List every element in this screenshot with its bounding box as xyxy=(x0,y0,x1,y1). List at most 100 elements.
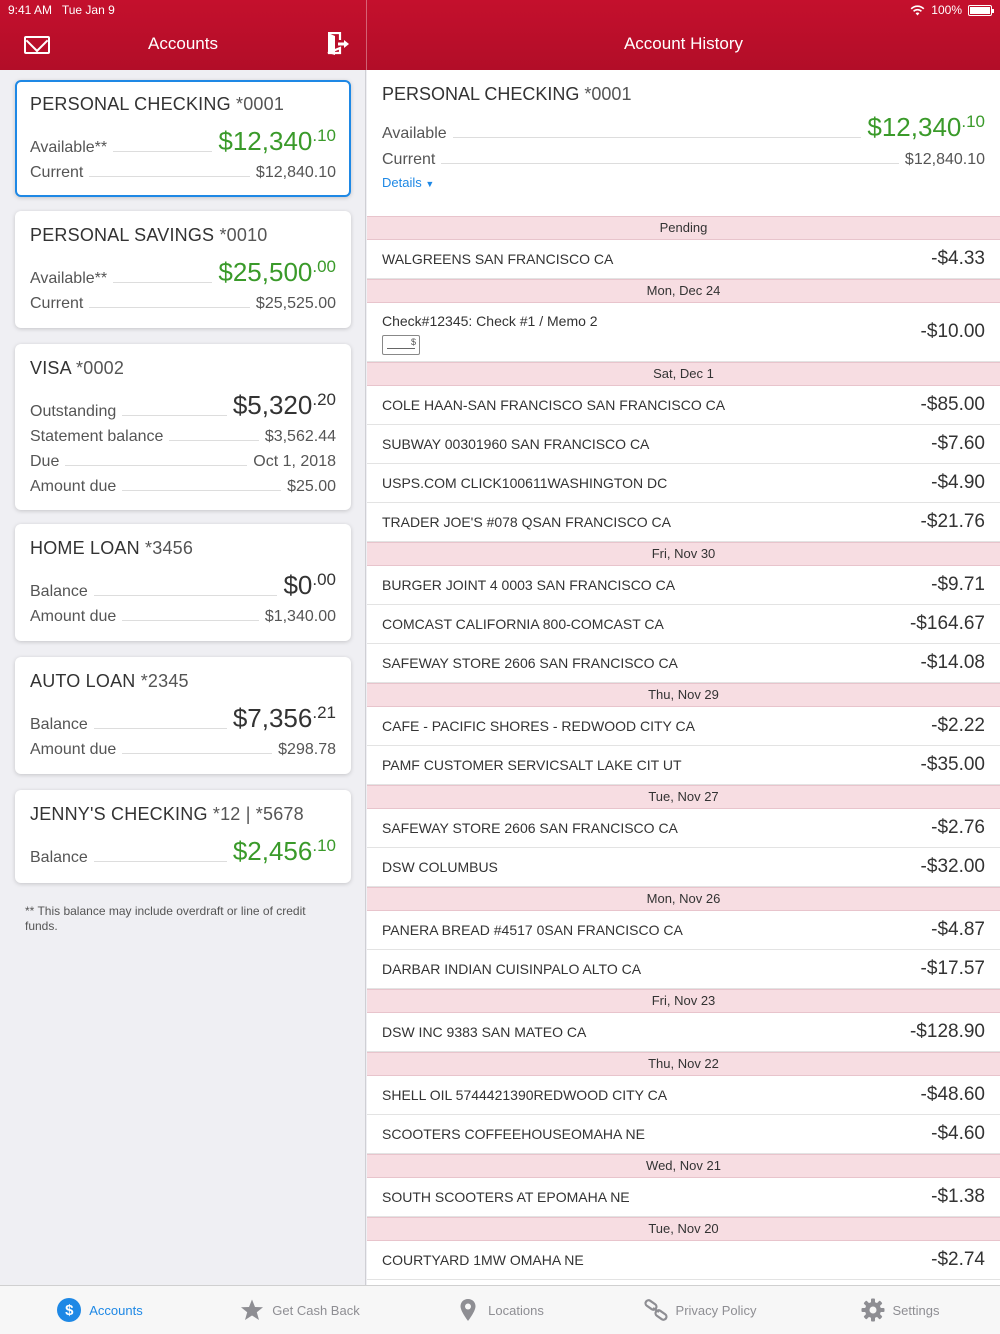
transaction-amount: -$35.00 xyxy=(920,754,985,775)
date-section-header: Pending xyxy=(367,216,1000,240)
loan-balance: $0.00 xyxy=(283,570,336,600)
transaction-description: PANERA BREAD #4517 0SAN FRANCISCO CA xyxy=(382,922,683,938)
account-card-jennys-checking[interactable]: JENNY'S CHECKING *12 | *5678 Balance $2,… xyxy=(15,790,351,883)
account-history-title: Account History xyxy=(623,34,744,53)
transaction-amount: -$2.76 xyxy=(931,817,985,838)
tab-settings[interactable]: Settings xyxy=(800,1286,1000,1334)
transaction-row[interactable]: COMCAST CALIFORNIA 800-COMCAST CA -$164.6… xyxy=(367,605,1000,644)
status-date-text: Tue Jan 9 xyxy=(61,3,115,17)
tab-accounts[interactable]: $ Accounts xyxy=(0,1286,200,1334)
transaction-amount: -$2.74 xyxy=(931,1249,985,1270)
transaction-row[interactable]: SAFEWAY STORE 2606 SAN FRANCISCO CA -$14.… xyxy=(367,644,1000,683)
status-time: 9:41 AM Tue Jan 9 xyxy=(8,3,115,17)
battery-percent: 100% xyxy=(931,3,962,17)
date-section-header: Mon, Nov 26 xyxy=(367,887,1000,911)
transaction-amount: -$4.87 xyxy=(931,919,985,940)
transaction-description: BURGER JOINT 4 0003 SAN FRANCISCO CA xyxy=(382,577,676,593)
transaction-amount: -$48.60 xyxy=(920,1084,985,1105)
check-image-icon[interactable]: $ xyxy=(382,335,420,355)
date-section-header: Tue, Nov 27 xyxy=(367,785,1000,809)
transaction-row[interactable]: WALGREENS SAN FRANCISCO CA -$4.33 xyxy=(367,240,1000,279)
transaction-row[interactable]: SUBWAY 00301960 SAN FRANCISCO CA -$7.60 xyxy=(367,425,1000,464)
transaction-row[interactable]: Check#12345: Check #1 / Memo 2 $ -$10.00 xyxy=(367,303,1000,362)
transaction-amount: -$85.00 xyxy=(920,394,985,415)
transaction-description: SHELL OIL 5744421390REDWOOD CITY CA xyxy=(382,1087,668,1103)
status-time-text: 9:41 AM xyxy=(8,3,53,17)
date-section-header: Tue, Nov 20 xyxy=(367,1217,1000,1241)
transaction-amount: -$14.08 xyxy=(920,652,985,673)
transaction-description: COLE HAAN-SAN FRANCISCO SAN FRANCISCO CA xyxy=(382,397,726,413)
account-card-personal-checking[interactable]: PERSONAL CHECKING *0001 Available** $12,… xyxy=(15,80,351,197)
transaction-row[interactable]: SHELL OIL 5744421390REDWOOD CITY CA -$48.… xyxy=(367,1076,1000,1115)
transaction-row[interactable]: CAFE - PACIFIC SHORES - REDWOOD CITY CA -… xyxy=(367,707,1000,746)
transaction-description: DSW COLUMBUS xyxy=(382,859,498,875)
account-card-auto-loan[interactable]: AUTO LOAN *2345 Balance $7,356.21 Amount… xyxy=(15,657,351,774)
tab-privacy-policy[interactable]: Privacy Policy xyxy=(600,1286,800,1334)
account-row: Amount due $1,340.00 xyxy=(30,608,336,625)
account-name: JENNY'S CHECKING *12 | *5678 xyxy=(30,804,304,824)
details-toggle[interactable]: Details ▼ xyxy=(382,175,985,190)
account-card-personal-savings[interactable]: PERSONAL SAVINGS *0010 Available** $25,5… xyxy=(15,211,351,328)
sign-out-icon[interactable] xyxy=(326,32,350,56)
account-row: Current $25,525.00 xyxy=(30,295,336,312)
account-card-home-loan[interactable]: HOME LOAN *3456 Balance $0.00 Amount due… xyxy=(15,524,351,641)
date-section-header: Fri, Nov 23 xyxy=(367,989,1000,1013)
account-card-visa[interactable]: VISA *0002 Outstanding $5,320.20 Stateme… xyxy=(15,344,351,510)
transaction-description: USPS.COM CLICK100611WASHINGTON DC xyxy=(382,475,668,491)
transaction-row[interactable]: TRADER JOE'S #078 QSAN FRANCISCO CA -$21.… xyxy=(367,503,1000,542)
transaction-amount: -$21.76 xyxy=(920,511,985,532)
transaction-amount: -$9.71 xyxy=(931,574,985,595)
transaction-amount: -$7.60 xyxy=(931,433,985,454)
summary-account-name: PERSONAL CHECKING *0001 xyxy=(382,84,632,104)
transaction-row[interactable]: PAMF CUSTOMER SERVICSALT LAKE CIT UT -$35… xyxy=(367,746,1000,785)
transaction-row[interactable]: SOUTH SCOOTERS AT EPOMAHA NE -$1.38 xyxy=(367,1178,1000,1217)
transaction-description: Check#12345: Check #1 / Memo 2 xyxy=(382,313,598,329)
available-balance: $12,340.10 xyxy=(218,126,336,156)
tab-get-cash-back[interactable]: Get Cash Back xyxy=(200,1286,400,1334)
date-section-header: Sat, Dec 1 xyxy=(367,362,1000,386)
account-name: AUTO LOAN *2345 xyxy=(30,671,189,691)
date-section-header: Thu, Nov 22 xyxy=(367,1052,1000,1076)
transaction-row[interactable]: PANERA BREAD #4517 0SAN FRANCISCO CA -$4.… xyxy=(367,911,1000,950)
accounts-list: PERSONAL CHECKING *0001 Available** $12,… xyxy=(0,70,366,1285)
summary-current-row: Current $12,840.10 xyxy=(382,151,985,168)
transaction-row[interactable]: COURTYARD 1MW OMAHA NE -$2.74 xyxy=(367,1241,1000,1280)
account-row: Outstanding $5,320.20 xyxy=(30,390,336,420)
transaction-amount: -$4.33 xyxy=(931,248,985,269)
transaction-row[interactable]: COLE HAAN-SAN FRANCISCO SAN FRANCISCO CA… xyxy=(367,386,1000,425)
wifi-icon xyxy=(910,4,925,15)
account-row: Balance $0.00 xyxy=(30,570,336,600)
transaction-description: DARBAR INDIAN CUISINPALO ALTO CA xyxy=(382,961,642,977)
transaction-row[interactable]: DSW INC 9383 SAN MATEO CA -$128.90 xyxy=(367,1013,1000,1052)
transaction-description: CAFE - PACIFIC SHORES - REDWOOD CITY CA xyxy=(382,718,695,734)
transaction-row[interactable]: DARBAR INDIAN CUISINPALO ALTO CA -$17.57 xyxy=(367,950,1000,989)
overdraft-footnote: ** This balance may include overdraft or… xyxy=(25,904,306,933)
transaction-row[interactable]: DSW COLUMBUS -$32.00 xyxy=(367,848,1000,887)
transaction-row[interactable]: BURGER JOINT 4 0003 SAN FRANCISCO CA -$9.… xyxy=(367,566,1000,605)
tab-bar: $ Accounts Get Cash Back Locations Priva… xyxy=(0,1285,1000,1334)
available-balance: $2,456.10 xyxy=(232,836,336,866)
tab-locations[interactable]: Locations xyxy=(400,1286,600,1334)
date-section-header: Fri, Nov 30 xyxy=(367,542,1000,566)
transaction-amount: -$32.00 xyxy=(920,856,985,877)
account-name: HOME LOAN *3456 xyxy=(30,538,194,558)
transaction-amount: -$10.00 xyxy=(920,321,985,342)
transaction-history-list: Pending WALGREENS SAN FRANCISCO CA -$4.33 M… xyxy=(367,216,1000,1280)
account-row: Available** $12,340.10 xyxy=(30,126,336,156)
transaction-description: SUBWAY 00301960 SAN FRANCISCO CA xyxy=(382,436,650,452)
dollar-circle-icon: $ xyxy=(57,1298,82,1322)
location-pin-icon xyxy=(460,1299,476,1321)
accounts-title: Accounts xyxy=(148,34,218,53)
summary-available-row: Available $12,340.10 xyxy=(382,112,985,142)
transaction-description: SCOOTERS COFFEEHOUSEOMAHA NE xyxy=(382,1126,645,1142)
account-row: Statement balance $3,562.44 xyxy=(30,428,336,445)
account-history-pane: PERSONAL CHECKING *0001 Available $12,34… xyxy=(367,70,1000,1285)
transaction-description: DSW INC 9383 SAN MATEO CA xyxy=(382,1024,587,1040)
account-row: Due Oct 1, 2018 xyxy=(30,453,336,470)
transaction-row[interactable]: USPS.COM CLICK100611WASHINGTON DC -$4.90 xyxy=(367,464,1000,503)
date-section-header: Wed, Nov 21 xyxy=(367,1154,1000,1178)
account-row: Balance $2,456.10 xyxy=(30,836,336,866)
transaction-amount: -$4.60 xyxy=(931,1123,985,1144)
transaction-row[interactable]: SCOOTERS COFFEEHOUSEOMAHA NE -$4.60 xyxy=(367,1115,1000,1154)
transaction-row[interactable]: SAFEWAY STORE 2606 SAN FRANCISCO CA -$2.7… xyxy=(367,809,1000,848)
